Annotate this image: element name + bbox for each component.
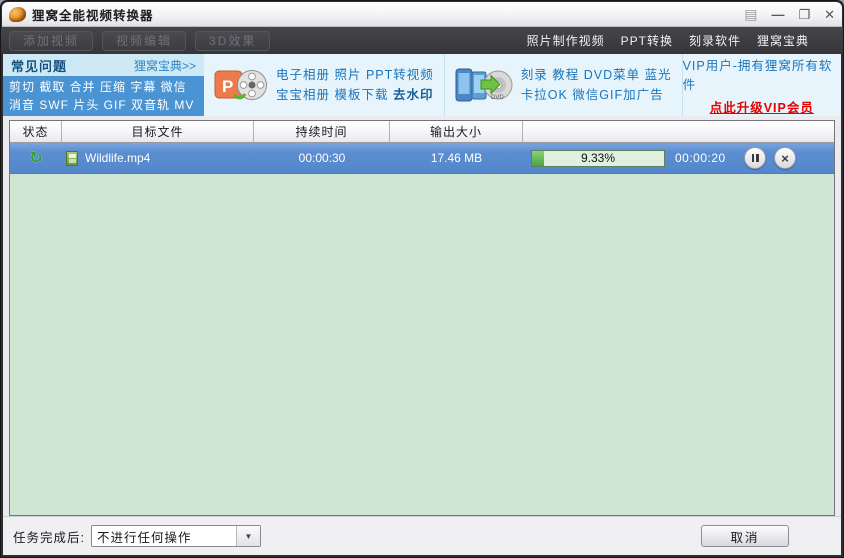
burn-promo-line1[interactable]: 刻录 教程 DVD菜单 蓝光	[521, 65, 672, 85]
task-list: 状态 目标文件 持续时间 输出大小 ↻ Wildlife.mp4 00:00:3…	[9, 120, 835, 516]
video-file-icon	[66, 150, 78, 166]
after-task-label: 任务完成后:	[13, 530, 85, 545]
menu-liwo-baodian[interactable]: 狸窝宝典	[757, 32, 809, 49]
pause-button[interactable]	[744, 147, 766, 169]
effect-3d-button[interactable]: 3D效果	[195, 30, 271, 51]
maximize-button[interactable]: ❐	[798, 8, 810, 21]
title-bar: 狸窝全能视频转换器 ▤ — ❐ ✕	[2, 2, 842, 27]
after-task-dropdown[interactable]: 不进行任何操作 ▼	[90, 525, 261, 547]
ppt-promo-section[interactable]: P 电子相册 照片 PPT转视频 宝宝相册 模板下载 去水印	[204, 54, 444, 116]
app-window: 狸窝全能视频转换器 ▤ — ❐ ✕ 添加视频 视频编辑 3D效果 照片制作视频 …	[0, 0, 844, 558]
empty-list-area[interactable]	[10, 174, 834, 515]
output-size-value: 17.46 MB	[430, 151, 483, 165]
content-area: 状态 目标文件 持续时间 输出大小 ↻ Wildlife.mp4 00:00:3…	[3, 116, 841, 516]
column-header-target-file[interactable]: 目标文件	[62, 121, 254, 142]
svg-text:DVD: DVD	[491, 95, 504, 101]
svg-text:P: P	[222, 77, 233, 96]
menu-photo-to-video[interactable]: 照片制作视频	[527, 32, 605, 49]
faq-box: 常见问题 狸窝宝典>> 剪切 截取 合并 压缩 字幕 微信 消音 SWF 片头 …	[3, 54, 204, 116]
faq-tags[interactable]: 剪切 截取 合并 压缩 字幕 微信 消音 SWF 片头 GIF 双音轨 MV	[3, 76, 204, 116]
close-button[interactable]: ✕	[824, 8, 835, 21]
elapsed-time: 00:00:20	[675, 151, 726, 165]
close-x-icon: ×	[781, 150, 789, 166]
menu-burn-software[interactable]: 刻录软件	[689, 32, 741, 49]
cancel-button[interactable]: 取消	[701, 525, 789, 547]
table-row[interactable]: ↻ Wildlife.mp4 00:00:30 17.46 MB 9.33% 0…	[10, 143, 834, 174]
main-toolbar: 添加视频 视频编辑 3D效果 照片制作视频 PPT转换 刻录软件 狸窝宝典	[1, 27, 843, 54]
ppt-film-reel-icon: P	[214, 70, 267, 100]
column-header-blank	[523, 121, 834, 142]
toolbar-menu: 照片制作视频 PPT转换 刻录软件 狸窝宝典	[527, 32, 809, 49]
faq-tags-line1[interactable]: 剪切 截取 合并 压缩 字幕 微信	[9, 78, 198, 96]
file-name: Wildlife.mp4	[85, 151, 151, 165]
column-header-status[interactable]: 状态	[10, 121, 62, 142]
add-video-button[interactable]: 添加视频	[9, 30, 94, 51]
column-header-duration[interactable]: 持续时间	[254, 121, 390, 142]
window-menu-icon[interactable]: ▤	[744, 7, 757, 21]
progress-percent-label: 9.33%	[580, 151, 616, 165]
faq-baodian-link[interactable]: 狸窝宝典>>	[134, 57, 196, 74]
ppt-promo-line1[interactable]: 电子相册 照片 PPT转视频	[276, 65, 434, 85]
duration-value: 00:00:30	[298, 151, 346, 165]
pause-icon	[751, 154, 759, 162]
menu-ppt-convert[interactable]: PPT转换	[621, 32, 673, 49]
after-task-selected-value: 不进行任何操作	[96, 530, 192, 545]
device-dvd-icon: DVD	[455, 68, 513, 102]
ppt-promo-line2[interactable]: 宝宝相册 模板下载	[276, 88, 393, 102]
minimize-button[interactable]: —	[771, 8, 784, 21]
app-logo-icon	[9, 6, 26, 22]
table-header: 状态 目标文件 持续时间 输出大小	[10, 121, 834, 143]
chevron-down-icon: ▼	[244, 531, 253, 541]
column-header-output-size[interactable]: 输出大小	[390, 121, 523, 142]
watermark-remove-link[interactable]: 去水印	[393, 88, 434, 102]
burn-promo-section[interactable]: DVD 刻录 教程 DVD菜单 蓝光 卡拉OK 微信GIF加广告	[443, 54, 682, 116]
vip-text: VIP用户-拥有狸窝所有软件	[682, 58, 833, 92]
footer-bar: 任务完成后: 不进行任何操作 ▼ 取消	[3, 516, 841, 555]
vip-box: VIP用户-拥有狸窝所有软件 点此升级VIP会员	[681, 54, 841, 116]
promo-strip: 常见问题 狸窝宝典>> 剪切 截取 合并 压缩 字幕 微信 消音 SWF 片头 …	[3, 54, 841, 116]
dropdown-arrow-button[interactable]: ▼	[235, 526, 260, 546]
remove-task-button[interactable]: ×	[774, 147, 796, 169]
window-title: 狸窝全能视频转换器	[32, 8, 154, 23]
converting-status-icon: ↻	[29, 150, 43, 167]
progress-bar: 9.33%	[531, 149, 665, 167]
faq-tags-line2[interactable]: 消音 SWF 片头 GIF 双音轨 MV	[9, 96, 198, 114]
vip-upgrade-link[interactable]: 点此升级VIP会员	[710, 97, 814, 116]
burn-promo-line2[interactable]: 卡拉OK 微信GIF加广告	[521, 85, 672, 105]
faq-title: 常见问题	[11, 58, 68, 74]
edit-video-button[interactable]: 视频编辑	[102, 30, 187, 51]
